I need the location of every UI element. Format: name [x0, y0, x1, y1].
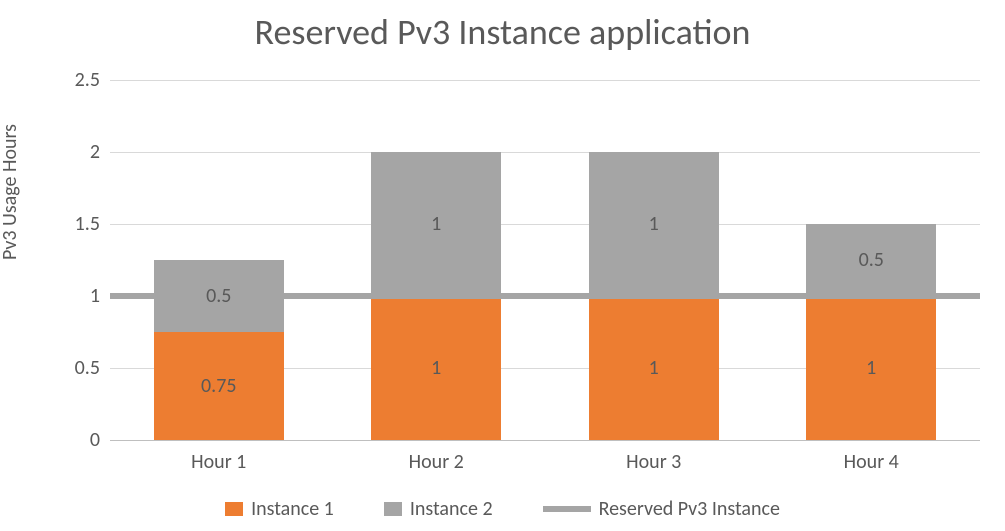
legend-label: Instance 2	[410, 497, 493, 521]
labels-layer: 0.75 0.5 1 1 1 1 1 0.5	[110, 80, 980, 440]
chart-title: Reserved Pv3 Instance application	[0, 10, 1005, 54]
legend-item-instance2: Instance 2	[384, 497, 493, 521]
chart-container: Reserved Pv3 Instance application Pv3 Us…	[0, 0, 1005, 531]
data-label: 1	[866, 356, 876, 380]
data-label: 1	[431, 212, 441, 236]
y-tick: 2.5	[50, 68, 100, 92]
legend: Instance 1 Instance 2 Reserved Pv3 Insta…	[0, 497, 1005, 521]
data-label: 0.75	[201, 374, 236, 398]
y-tick: 2	[50, 140, 100, 164]
y-tick: 0	[50, 428, 100, 452]
y-tick: 0.5	[50, 356, 100, 380]
legend-label: Reserved Pv3 Instance	[599, 497, 780, 521]
legend-swatch-icon	[225, 502, 243, 516]
data-label: 1	[649, 212, 659, 236]
data-label: 1	[649, 356, 659, 380]
legend-swatch-icon	[384, 502, 402, 516]
legend-label: Instance 1	[251, 497, 334, 521]
data-label: 1	[431, 356, 441, 380]
y-axis-label: Pv3 Usage Hours	[0, 124, 22, 260]
y-tick: 1	[50, 284, 100, 308]
data-label: 0.5	[859, 248, 884, 272]
x-tick: Hour 4	[844, 450, 899, 474]
x-tick: Hour 2	[409, 450, 464, 474]
y-tick: 1.5	[50, 212, 100, 236]
data-label: 0.5	[206, 284, 231, 308]
legend-line-icon	[543, 506, 591, 512]
x-tick: Hour 3	[626, 450, 681, 474]
legend-item-reserved: Reserved Pv3 Instance	[543, 497, 780, 521]
gridline	[110, 440, 980, 441]
legend-item-instance1: Instance 1	[225, 497, 334, 521]
plot-area: 0 0.5 1 1.5 2 2.5	[110, 80, 980, 440]
x-tick: Hour 1	[191, 450, 246, 474]
